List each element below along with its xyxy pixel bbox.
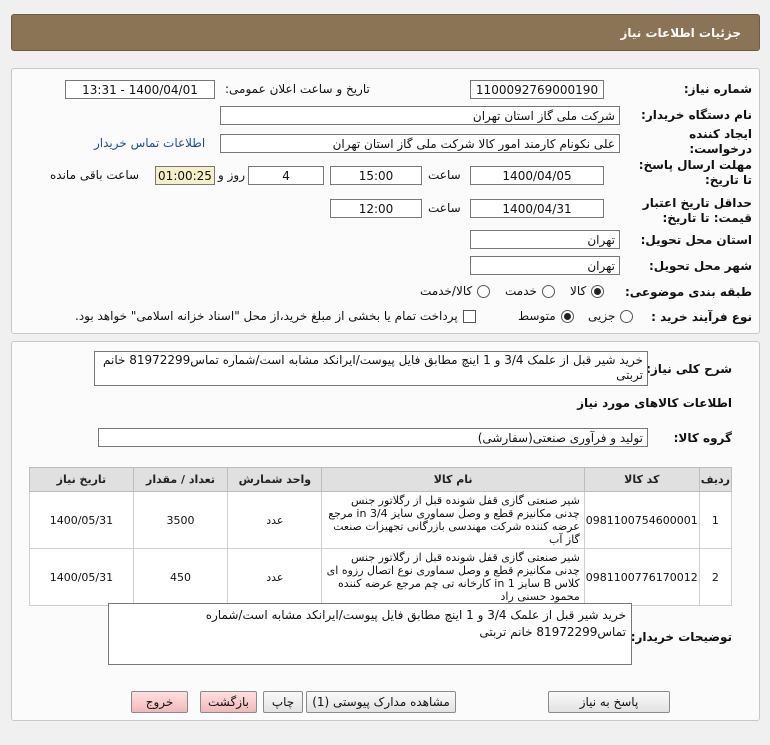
table-row: 1 0981100754600001 شیر صنعتی گازی قفل شو…: [29, 491, 733, 549]
days-field: 4: [248, 166, 324, 185]
validity-time-field: 12:00: [330, 199, 422, 218]
cell-row: 2: [698, 548, 733, 606]
category-option-both-label: کالا/خدمت: [420, 284, 473, 298]
cell-date: 1400/05/31: [29, 548, 134, 606]
treasury-payment-note: پرداخت تمام یا بخشی از مبلغ خرید،از محل …: [75, 309, 458, 323]
print-button[interactable]: چاپ: [263, 691, 303, 713]
goods-group-label: گروه کالا:: [673, 431, 732, 445]
goods-info-title: اطلاعات کالاهای مورد نیاز: [577, 396, 732, 410]
cell-unit: عدد: [227, 548, 323, 606]
requester-field: علی نکونام کارمند امور کالا شرکت ملی گاز…: [220, 134, 620, 153]
announce-field: 1400/04/01 - 13:31: [65, 80, 215, 99]
contact-info-link[interactable]: اطلاعات تماس خریدار: [94, 136, 205, 150]
radio-icon[interactable]: [477, 284, 491, 298]
process-option-medium-label: متوسط: [518, 309, 556, 323]
province-label: استان محل تحویل:: [640, 233, 752, 247]
requester-label: ایجاد کننده درخواست:: [689, 127, 752, 156]
category-option-goods[interactable]: کالا: [570, 284, 605, 298]
col-name-header: نام کالا: [321, 467, 585, 492]
days-label: روز و: [218, 168, 245, 182]
back-button[interactable]: بازگشت: [200, 691, 257, 713]
items-table: ردیف کد کالا نام کالا واحد شمارش تعداد /…: [29, 467, 733, 606]
buyer-notes-field: خرید شیر قبل از علمک 3/4 و 1 اینچ مطابق …: [108, 603, 632, 665]
cell-name: شیر صنعتی گازی قفل شونده قبل از رگلاتور …: [321, 548, 585, 606]
col-qty-header: تعداد / مقدار: [132, 467, 229, 492]
deadline-date-field: 1400/04/05: [470, 166, 604, 185]
radio-selected-icon[interactable]: [560, 309, 574, 323]
col-code-header: کد کالا: [583, 467, 700, 492]
remaining-time-field: 01:00:25: [155, 166, 215, 185]
col-row-header: ردیف: [698, 467, 733, 492]
page-header: جزئیات اطلاعات نیاز: [11, 14, 760, 51]
reply-button[interactable]: پاسخ به نیاز: [548, 691, 670, 713]
radio-icon[interactable]: [620, 309, 634, 323]
radio-selected-icon[interactable]: [591, 284, 605, 298]
validity-time-label: ساعت: [428, 201, 461, 215]
buyer-org-label: نام دستگاه خریدار:: [641, 108, 752, 122]
summary-label: شرح کلی نیاز:: [646, 362, 732, 376]
summary-field: خرید شیر قبل از علمک 3/4 و 1 اینچ مطابق …: [94, 351, 648, 386]
city-field: تهران: [470, 256, 620, 275]
remaining-label: ساعت باقی مانده: [50, 168, 140, 182]
deadline-time-field: 15:00: [330, 166, 422, 185]
deadline-time-label: ساعت: [428, 168, 461, 182]
col-unit-header: واحد شمارش: [227, 467, 323, 492]
page-title: جزئیات اطلاعات نیاز: [620, 25, 741, 40]
cell-name: شیر صنعتی گازی قفل شونده قبل از رگلاتور …: [321, 491, 585, 549]
deadline-label: مهلت ارسال پاسخ: تا تاریخ:: [638, 158, 752, 187]
process-option-minor-label: جزیی: [588, 309, 616, 323]
cell-code: 0981100776170012: [583, 548, 700, 606]
need-number-field: 1100092769000190: [470, 80, 604, 99]
exit-button[interactable]: خروج: [131, 691, 188, 713]
goods-group-field: تولید و فرآوری صنعتی(سفارشی): [98, 428, 648, 447]
process-option-minor[interactable]: جزیی: [588, 309, 634, 323]
buyer-org-field: شرکت ملی گاز استان تهران: [220, 106, 620, 125]
city-label: شهر محل تحویل:: [648, 259, 752, 273]
validity-label: حداقل تاریخ اعتبار قیمت: تا تاریخ:: [642, 196, 752, 225]
validity-date-field: 1400/04/31: [470, 199, 604, 218]
category-option-goods-label: کالا: [570, 284, 587, 298]
cell-qty: 3500: [132, 491, 229, 549]
cell-row: 1: [698, 491, 733, 549]
table-header-row: ردیف کد کالا نام کالا واحد شمارش تعداد /…: [29, 467, 733, 492]
treasury-payment-checkbox[interactable]: پرداخت تمام یا بخشی از مبلغ خرید،از محل …: [75, 309, 476, 323]
process-label: نوع فرآیند خرید :: [651, 310, 752, 324]
need-number-label: شماره نیاز:: [683, 82, 752, 96]
buyer-notes-label: توضیحات خریدار:: [630, 630, 732, 644]
radio-icon[interactable]: [541, 284, 555, 298]
cell-unit: عدد: [227, 491, 323, 549]
col-date-header: تاریخ نیاز: [29, 467, 134, 492]
cell-date: 1400/05/31: [29, 491, 134, 549]
category-option-both[interactable]: کالا/خدمت: [420, 284, 491, 298]
announce-label: تاریخ و ساعت اعلان عمومی:: [225, 82, 370, 96]
cell-code: 0981100754600001: [583, 491, 700, 549]
category-label: طبقه بندی موضوعی:: [624, 285, 752, 299]
category-option-service-label: خدمت: [505, 284, 537, 298]
checkbox-icon[interactable]: [462, 309, 476, 323]
province-field: تهران: [470, 230, 620, 249]
category-option-service[interactable]: خدمت: [505, 284, 555, 298]
process-option-medium[interactable]: متوسط: [518, 309, 574, 323]
view-attachments-button[interactable]: مشاهده مدارک پیوستی (1): [306, 691, 456, 713]
cell-qty: 450: [132, 548, 229, 606]
table-row: 2 0981100776170012 شیر صنعتی گازی قفل شو…: [29, 548, 733, 606]
